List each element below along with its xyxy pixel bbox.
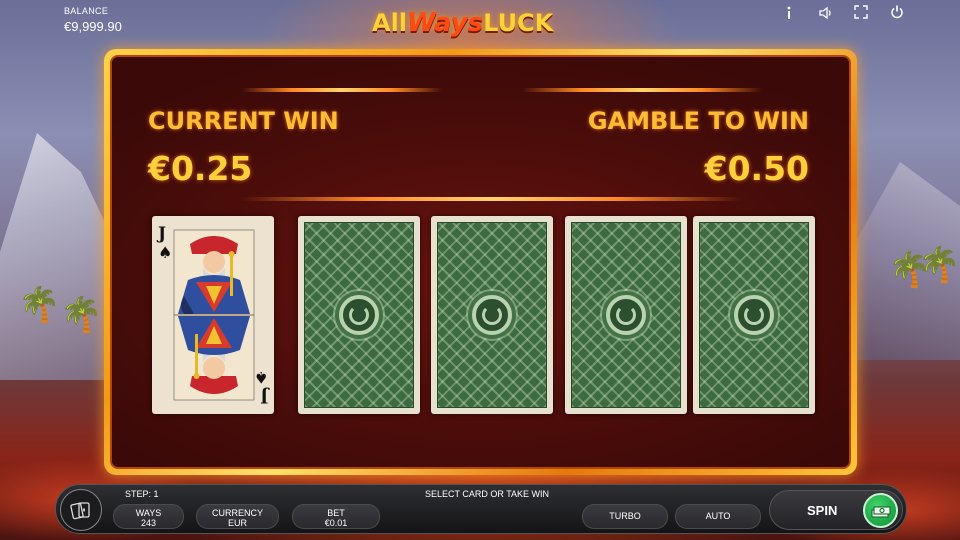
face-down-card-4[interactable] (693, 216, 815, 414)
card-rank: J (158, 224, 167, 244)
logo-part-all: All (372, 9, 408, 37)
spin-button[interactable]: SPIN (769, 490, 903, 530)
control-bar: STEP: 1 SELECT CARD OR TAKE WIN WAYS 243… (55, 484, 907, 534)
top-icon-bar (782, 5, 904, 21)
step-indicator: STEP: 1 (125, 489, 159, 499)
gamble-panel: CURRENT WIN €0.25 GAMBLE TO WIN €0.50 J … (104, 49, 857, 475)
gamble-to-win-value: €0.50 (704, 149, 809, 188)
card-back-pattern (699, 222, 809, 408)
card-back-emblem-icon (734, 295, 774, 335)
game-logo: All Ways LUCK (372, 6, 592, 40)
currency-selector[interactable]: CURRENCY EUR (196, 504, 279, 529)
ways-label: WAYS (135, 508, 162, 518)
cash-stack-icon (863, 493, 898, 528)
balance-label: BALANCE (64, 6, 109, 16)
currency-label: CURRENCY (211, 508, 263, 518)
bet-label: BET (327, 508, 345, 518)
palm-tree: 🌴 (918, 246, 960, 284)
current-win-label: CURRENT WIN (148, 107, 339, 135)
ways-display: WAYS 243 (113, 504, 184, 529)
gamble-to-win-label: GAMBLE TO WIN (587, 107, 809, 135)
palm-tree: 🌴 (60, 296, 103, 334)
logo-part-luck: LUCK (483, 9, 554, 37)
jack-figure-illustration (173, 229, 255, 401)
power-icon[interactable] (890, 5, 904, 21)
currency-value: EUR (227, 518, 247, 528)
card-back-pattern (304, 222, 414, 408)
spin-label: SPIN (807, 503, 838, 518)
info-icon[interactable] (782, 5, 796, 21)
logo-part-ways: Ways (407, 8, 484, 38)
glow-divider (242, 88, 442, 92)
ways-value: 243 (140, 518, 157, 528)
auto-button[interactable]: AUTO (675, 504, 761, 529)
card-corner-bottom: J ♠ (253, 368, 268, 406)
card-back-emblem-icon (339, 295, 379, 335)
glow-divider (242, 197, 742, 201)
turbo-button[interactable]: TURBO (582, 504, 668, 529)
card-suit: ♠ (253, 368, 268, 387)
bet-value: €0.01 (324, 518, 348, 528)
face-down-card-3[interactable] (565, 216, 687, 414)
card-rank: J (259, 386, 268, 406)
cards-icon (70, 502, 90, 520)
card-back-pattern (437, 222, 547, 408)
face-down-card-1[interactable] (298, 216, 420, 414)
balance-display: BALANCE €9,999.90 (64, 6, 122, 34)
card-back-pattern (571, 222, 681, 408)
balance-value: €9,999.90 (64, 19, 122, 34)
glow-divider (522, 88, 762, 92)
bet-selector[interactable]: BET €0.01 (292, 504, 380, 529)
face-down-card-2[interactable] (431, 216, 553, 414)
fullscreen-icon[interactable] (854, 5, 868, 21)
history-button[interactable] (60, 489, 102, 531)
card-back-emblem-icon (472, 295, 512, 335)
current-win-value: €0.25 (148, 149, 253, 188)
palm-tree: 🌴 (18, 286, 61, 324)
sound-icon[interactable] (818, 5, 832, 21)
gamble-panel-inner: CURRENT WIN €0.25 GAMBLE TO WIN €0.50 J … (110, 55, 851, 469)
card-back-emblem-icon (606, 295, 646, 335)
status-message: SELECT CARD OR TAKE WIN (425, 489, 550, 499)
dealer-card-jack-of-spades: J ♠ J ♠ (152, 216, 274, 414)
